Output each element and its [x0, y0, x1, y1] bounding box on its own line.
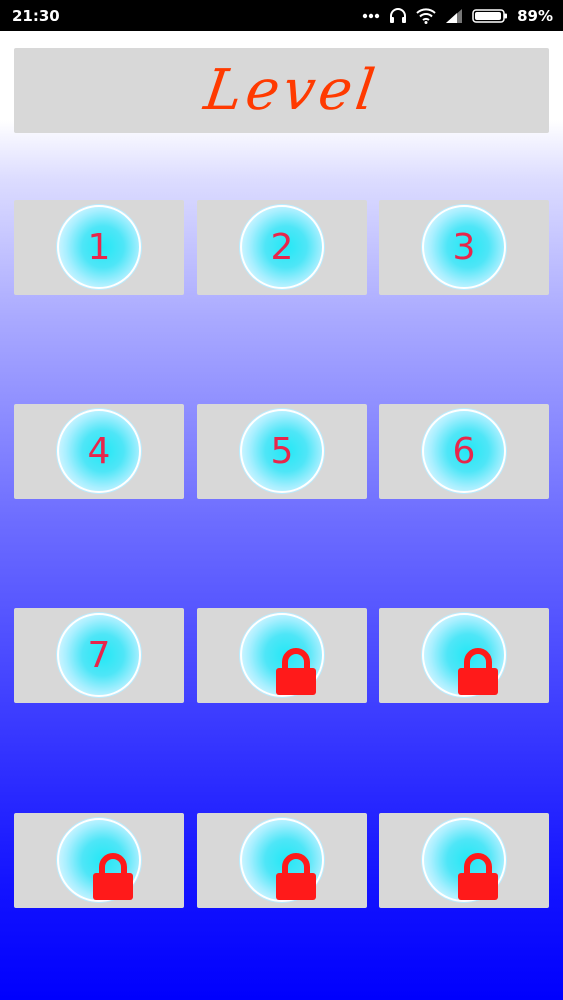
level-number: 7: [87, 634, 111, 676]
level-orb: 6: [422, 409, 506, 493]
battery-icon: [472, 8, 508, 23]
level-tile-5[interactable]: 5: [197, 404, 367, 499]
level-orb: 7: [57, 613, 141, 697]
level-orb: 5: [240, 409, 324, 493]
level-tile-7[interactable]: 7: [14, 608, 184, 703]
level-tile-locked[interactable]: [197, 813, 367, 908]
lock-icon: [275, 648, 317, 696]
level-tile-locked[interactable]: [379, 608, 549, 703]
lock-icon: [275, 853, 317, 901]
signal-icon: [446, 8, 463, 23]
level-number: 3: [452, 226, 476, 268]
level-tile-locked[interactable]: [197, 608, 367, 703]
level-tile-4[interactable]: 4: [14, 404, 184, 499]
lock-icon: [457, 648, 499, 696]
level-orb: 2: [240, 205, 324, 289]
level-tile-3[interactable]: 3: [379, 200, 549, 295]
status-time: 21:30: [12, 6, 60, 25]
status-bar: 21:30 89%: [0, 0, 563, 31]
wifi-icon: [416, 7, 436, 24]
level-number: 4: [87, 430, 111, 472]
headphones-icon: [390, 7, 407, 23]
more-dots-icon: [362, 13, 380, 18]
level-tile-2[interactable]: 2: [197, 200, 367, 295]
level-tile-6[interactable]: 6: [379, 404, 549, 499]
page-title: Level: [200, 58, 383, 123]
lock-icon: [457, 853, 499, 901]
level-orb: 4: [57, 409, 141, 493]
level-tile-1[interactable]: 1: [14, 200, 184, 295]
title-banner: Level: [14, 48, 549, 133]
battery-percent: 89%: [517, 6, 553, 25]
level-number: 1: [87, 226, 111, 268]
level-orb: 3: [422, 205, 506, 289]
status-icons: 89%: [362, 7, 553, 25]
level-orb: 1: [57, 205, 141, 289]
level-tile-locked[interactable]: [14, 813, 184, 908]
level-number: 6: [452, 430, 476, 472]
level-number: 5: [270, 430, 294, 472]
level-number: 2: [270, 226, 294, 268]
lock-icon: [92, 853, 134, 901]
level-tile-locked[interactable]: [379, 813, 549, 908]
